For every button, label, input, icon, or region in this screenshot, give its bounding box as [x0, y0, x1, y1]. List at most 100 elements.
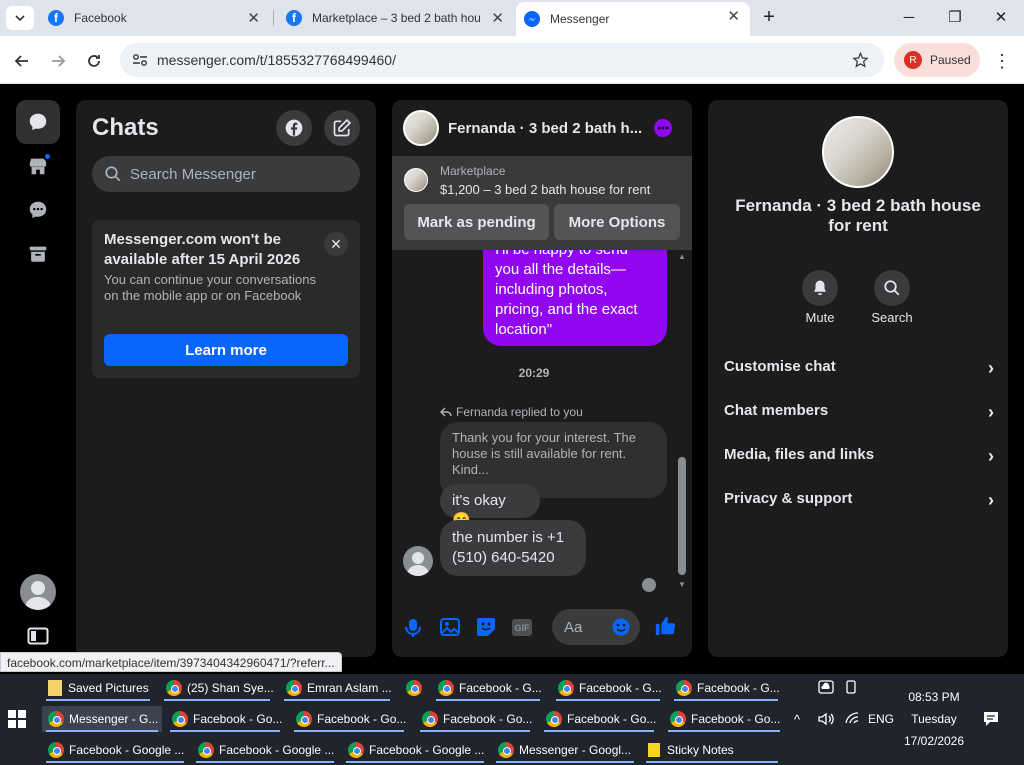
clock-time[interactable]: 08:53 PM — [902, 690, 966, 704]
sticker-icon[interactable] — [476, 617, 496, 637]
close-window-button[interactable]: ✕ — [986, 6, 1016, 28]
active-underline — [544, 730, 654, 732]
scroll-down-icon[interactable]: ▼ — [678, 580, 686, 589]
scroll-up-icon[interactable]: ▲ — [678, 252, 686, 261]
row-label: Media, files and links — [724, 446, 875, 463]
new-message-button[interactable] — [324, 110, 360, 146]
taskbar-item[interactable]: Facebook - Go... — [290, 706, 408, 732]
taskbar-item[interactable]: Facebook - Google ... — [42, 737, 188, 763]
active-underline — [294, 730, 404, 732]
forward-button[interactable] — [45, 48, 71, 74]
close-notice-icon[interactable]: ✕ — [324, 232, 348, 256]
learn-more-button[interactable]: Learn more — [104, 334, 348, 366]
taskbar-item[interactable]: Facebook - Go... — [540, 706, 658, 732]
language-indicator[interactable]: ENG — [868, 712, 894, 726]
taskbar-item[interactable]: Sticky Notes — [642, 737, 782, 763]
thumbs-up-icon[interactable] — [654, 615, 676, 637]
taskbar-item[interactable]: Facebook - Google ... — [192, 737, 338, 763]
reply-label: Fernanda replied to you — [456, 405, 583, 419]
contact-avatar[interactable] — [403, 110, 439, 146]
taskbar-item[interactable]: Saved Pictures — [42, 675, 154, 701]
close-tab-icon[interactable]: ✕ — [491, 9, 504, 27]
emoji-icon[interactable] — [612, 618, 630, 636]
tab-search-button[interactable] — [6, 6, 34, 30]
taskbar-item[interactable]: Facebook - Go... — [166, 706, 284, 732]
chat-members-row[interactable]: Chat members › — [724, 402, 994, 426]
nav-marketplace-button[interactable] — [16, 144, 60, 188]
onedrive-icon[interactable] — [818, 680, 834, 697]
windows-taskbar: Saved Pictures (25) Shan Sye... Emran As… — [0, 674, 1024, 765]
chrome-icon — [296, 711, 312, 727]
marketplace-banner: Marketplace $1,200 – 3 bed 2 bath house … — [392, 156, 692, 250]
reload-button[interactable] — [81, 48, 107, 74]
close-tab-icon[interactable]: ✕ — [727, 7, 740, 25]
clock-day[interactable]: Tuesday — [902, 712, 966, 726]
taskbar-item[interactable] — [400, 675, 430, 701]
mark-as-pending-button[interactable]: Mark as pending — [404, 204, 549, 240]
search-messenger-input[interactable]: Search Messenger — [92, 156, 360, 192]
message-input[interactable]: Aa — [552, 609, 640, 645]
show-hidden-icons[interactable]: ^ — [794, 712, 800, 727]
chrome-icon — [558, 680, 574, 696]
message-scrollbar[interactable]: ▲ ▼ — [678, 252, 686, 592]
taskbar-item[interactable]: Facebook - Google ... — [342, 737, 488, 763]
media-files-links-row[interactable]: Media, files and links › — [724, 446, 994, 470]
browser-menu-icon[interactable]: ⋮ — [989, 48, 1015, 74]
user-avatar[interactable] — [20, 574, 56, 610]
taskbar-item[interactable]: (25) Shan Sye... — [160, 675, 274, 701]
tab-title: Messenger — [550, 12, 610, 26]
customise-chat-row[interactable]: Customise chat › — [724, 358, 994, 382]
notifications-icon[interactable] — [982, 710, 1000, 731]
wifi-icon[interactable] — [844, 711, 860, 728]
tab-title: Marketplace – 3 bed 2 bath hou — [312, 11, 481, 25]
taskbar-item[interactable]: Facebook - G... — [670, 675, 782, 701]
gif-button[interactable]: GIF — [512, 619, 532, 636]
scrollbar-thumb[interactable] — [678, 457, 686, 575]
privacy-support-row[interactable]: Privacy & support › — [724, 490, 994, 514]
compose-icon — [333, 118, 352, 137]
minimize-button[interactable]: ─ — [894, 6, 924, 28]
image-icon[interactable] — [440, 618, 460, 636]
site-info-icon[interactable] — [132, 53, 148, 67]
restore-button[interactable]: ❐ — [940, 6, 970, 28]
phone-link-icon[interactable] — [844, 680, 858, 697]
taskbar-item[interactable]: Facebook - G... — [432, 675, 544, 701]
back-button[interactable] — [9, 48, 35, 74]
profile-button[interactable]: R Paused — [894, 43, 980, 77]
taskbar-item-active[interactable]: Messenger - G... — [42, 706, 162, 732]
tab-messenger[interactable]: Messenger ✕ — [516, 2, 750, 36]
star-icon[interactable] — [852, 52, 869, 68]
contact-name: Fernanda · 3 bed 2 bath house for rent — [735, 196, 981, 235]
chat-bubble-icon — [29, 113, 47, 131]
conversation-title[interactable]: Fernanda · 3 bed 2 bath h... — [448, 120, 642, 137]
tab-marketplace[interactable]: f Marketplace – 3 bed 2 bath hou ✕ — [278, 4, 514, 32]
taskbar-item[interactable]: Messenger - Googl... — [492, 737, 638, 763]
reload-icon — [88, 55, 100, 67]
taskbar-item[interactable]: Facebook - Go... — [664, 706, 784, 732]
facebook-button[interactable] — [276, 110, 312, 146]
listing-title[interactable]: $1,200 – 3 bed 2 bath house for rent — [440, 182, 650, 197]
mute-button[interactable] — [802, 270, 838, 306]
url-text: messenger.com/t/1855327768499460/ — [157, 52, 396, 68]
active-underline — [196, 761, 334, 763]
taskbar-item[interactable]: Facebook - G... — [552, 675, 664, 701]
conversation-info-icon[interactable] — [654, 119, 672, 137]
nav-chats-button[interactable] — [16, 100, 60, 144]
nav-requests-button[interactable] — [16, 188, 60, 232]
more-options-button[interactable]: More Options — [554, 204, 680, 240]
new-tab-button[interactable]: + — [754, 6, 784, 28]
chats-panel: Chats Search Messenger Messenger.com won… — [76, 100, 376, 657]
search-in-chat-button[interactable] — [874, 270, 910, 306]
address-bar[interactable]: messenger.com/t/1855327768499460/ — [120, 43, 884, 77]
microphone-icon[interactable] — [404, 618, 422, 638]
tab-facebook[interactable]: f Facebook ✕ — [40, 4, 270, 32]
close-tab-icon[interactable]: ✕ — [247, 9, 260, 27]
nav-archive-button[interactable] — [16, 232, 60, 276]
contact-profile-photo[interactable] — [822, 116, 894, 188]
toggle-sidebar-button[interactable] — [16, 616, 60, 656]
taskbar-item[interactable]: Facebook - Go... — [416, 706, 534, 732]
clock-date[interactable]: 17/02/2026 — [898, 734, 970, 748]
volume-icon[interactable] — [817, 711, 835, 730]
taskbar-item[interactable]: Emran Aslam ... — [280, 675, 394, 701]
windows-start-icon[interactable] — [8, 710, 28, 730]
